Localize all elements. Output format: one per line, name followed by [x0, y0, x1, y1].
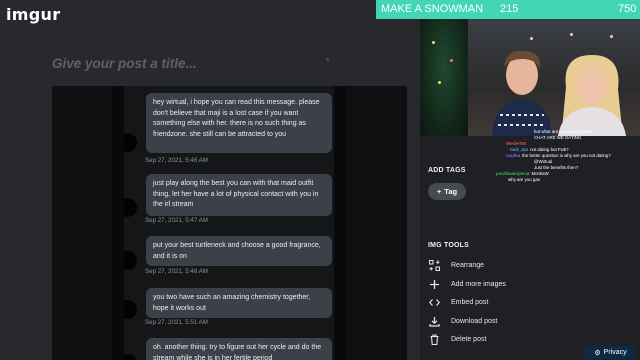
chat-line: but what are you leaving you? — [534, 129, 593, 134]
snowman-label: MAKE A SNOWMAN — [381, 3, 484, 15]
chat-line: pearlbaaiopecat MonkaW — [496, 171, 549, 176]
message-timestamp: Sep 27, 2021, 5:51 AM — [145, 319, 208, 326]
snowman-progress-bar: MAKE A SNOWMAN 215 750 — [376, 0, 640, 19]
delete-post-button[interactable]: Delete post — [428, 332, 486, 346]
add-tag-button[interactable]: + Tag — [428, 183, 466, 200]
chat-line: Just the benefits then? — [534, 165, 579, 170]
rearrange-icon — [428, 259, 440, 271]
imgur-logo[interactable]: imgur — [6, 5, 60, 24]
privacy-label: Privacy — [603, 349, 627, 356]
message-bubble: oh. another thing. try to figure out her… — [146, 338, 332, 360]
rearrange-button[interactable]: Rearrange — [428, 258, 484, 272]
chat-line: WesiHTM — [506, 141, 526, 146]
image-border-left — [112, 86, 124, 360]
message-bubble: just play along the best you can with th… — [146, 174, 332, 216]
chat-line: nick_azz not dating but Fwb? — [510, 147, 569, 152]
trash-icon — [428, 333, 440, 345]
post-title-input[interactable] — [52, 52, 352, 74]
chat-line: @Wirtual — [534, 159, 553, 164]
plus-icon: + — [436, 187, 442, 196]
chat-line: why are you gae — [508, 177, 541, 182]
message-bubble: put your best turtleneck and choose a go… — [146, 236, 332, 266]
tag-button-label: Tag — [444, 187, 458, 196]
tree-light — [450, 59, 453, 62]
message-timestamp: Sep 27, 2021, 5:47 AM — [145, 217, 208, 224]
snowman-score-right: 750 — [618, 3, 637, 15]
message-timestamp: Sep 27, 2021, 5:46 AM — [145, 157, 208, 164]
tool-label: Delete post — [451, 335, 487, 343]
snowman-score-left: 215 — [500, 3, 519, 15]
christmas-tree — [420, 19, 468, 136]
message-bubble: hey wirtual, i hope you can read this me… — [146, 93, 332, 153]
gear-icon: ⚙ — [594, 349, 601, 357]
chat-line: CHAT ARE WE DATING — [534, 135, 582, 140]
stream-overlay: MAKE A SNOWMAN 215 750 — [376, 0, 640, 136]
tool-label: Rearrange — [451, 261, 485, 269]
tree-light — [438, 81, 441, 84]
title-indicator — [326, 58, 329, 61]
message-timestamp: Sep 27, 2021, 5:48 AM — [145, 268, 208, 275]
post-image: hey wirtual, i hope you can read this me… — [52, 86, 407, 360]
chat-line: naufea the better question is why are you… — [506, 153, 611, 158]
tool-label: Download post — [451, 317, 498, 325]
webcam-feed — [420, 19, 640, 136]
background-light — [570, 33, 573, 36]
embed-post-button[interactable]: Embed post — [428, 295, 488, 309]
image-border-right — [334, 86, 346, 360]
message-bubble: you two have such an amazing chemistry t… — [146, 288, 332, 318]
download-icon — [428, 315, 440, 327]
img-tools-title: IMG TOOLS — [428, 242, 469, 249]
code-icon — [428, 296, 440, 308]
privacy-button[interactable]: ⚙ Privacy — [585, 346, 636, 359]
tool-label: Add more images — [451, 280, 506, 288]
plus-icon — [428, 278, 440, 290]
add-images-button[interactable]: Add more images — [428, 277, 506, 291]
tool-label: Embed post — [451, 298, 489, 306]
add-tags-title: ADD TAGS — [428, 167, 466, 174]
streamer-male — [492, 50, 552, 136]
download-post-button[interactable]: Download post — [428, 314, 497, 328]
background-light — [530, 37, 533, 40]
background-light — [610, 35, 613, 38]
chat-screenshot: hey wirtual, i hope you can read this me… — [112, 86, 346, 360]
tree-light — [432, 41, 435, 44]
streamer-female — [558, 55, 626, 136]
